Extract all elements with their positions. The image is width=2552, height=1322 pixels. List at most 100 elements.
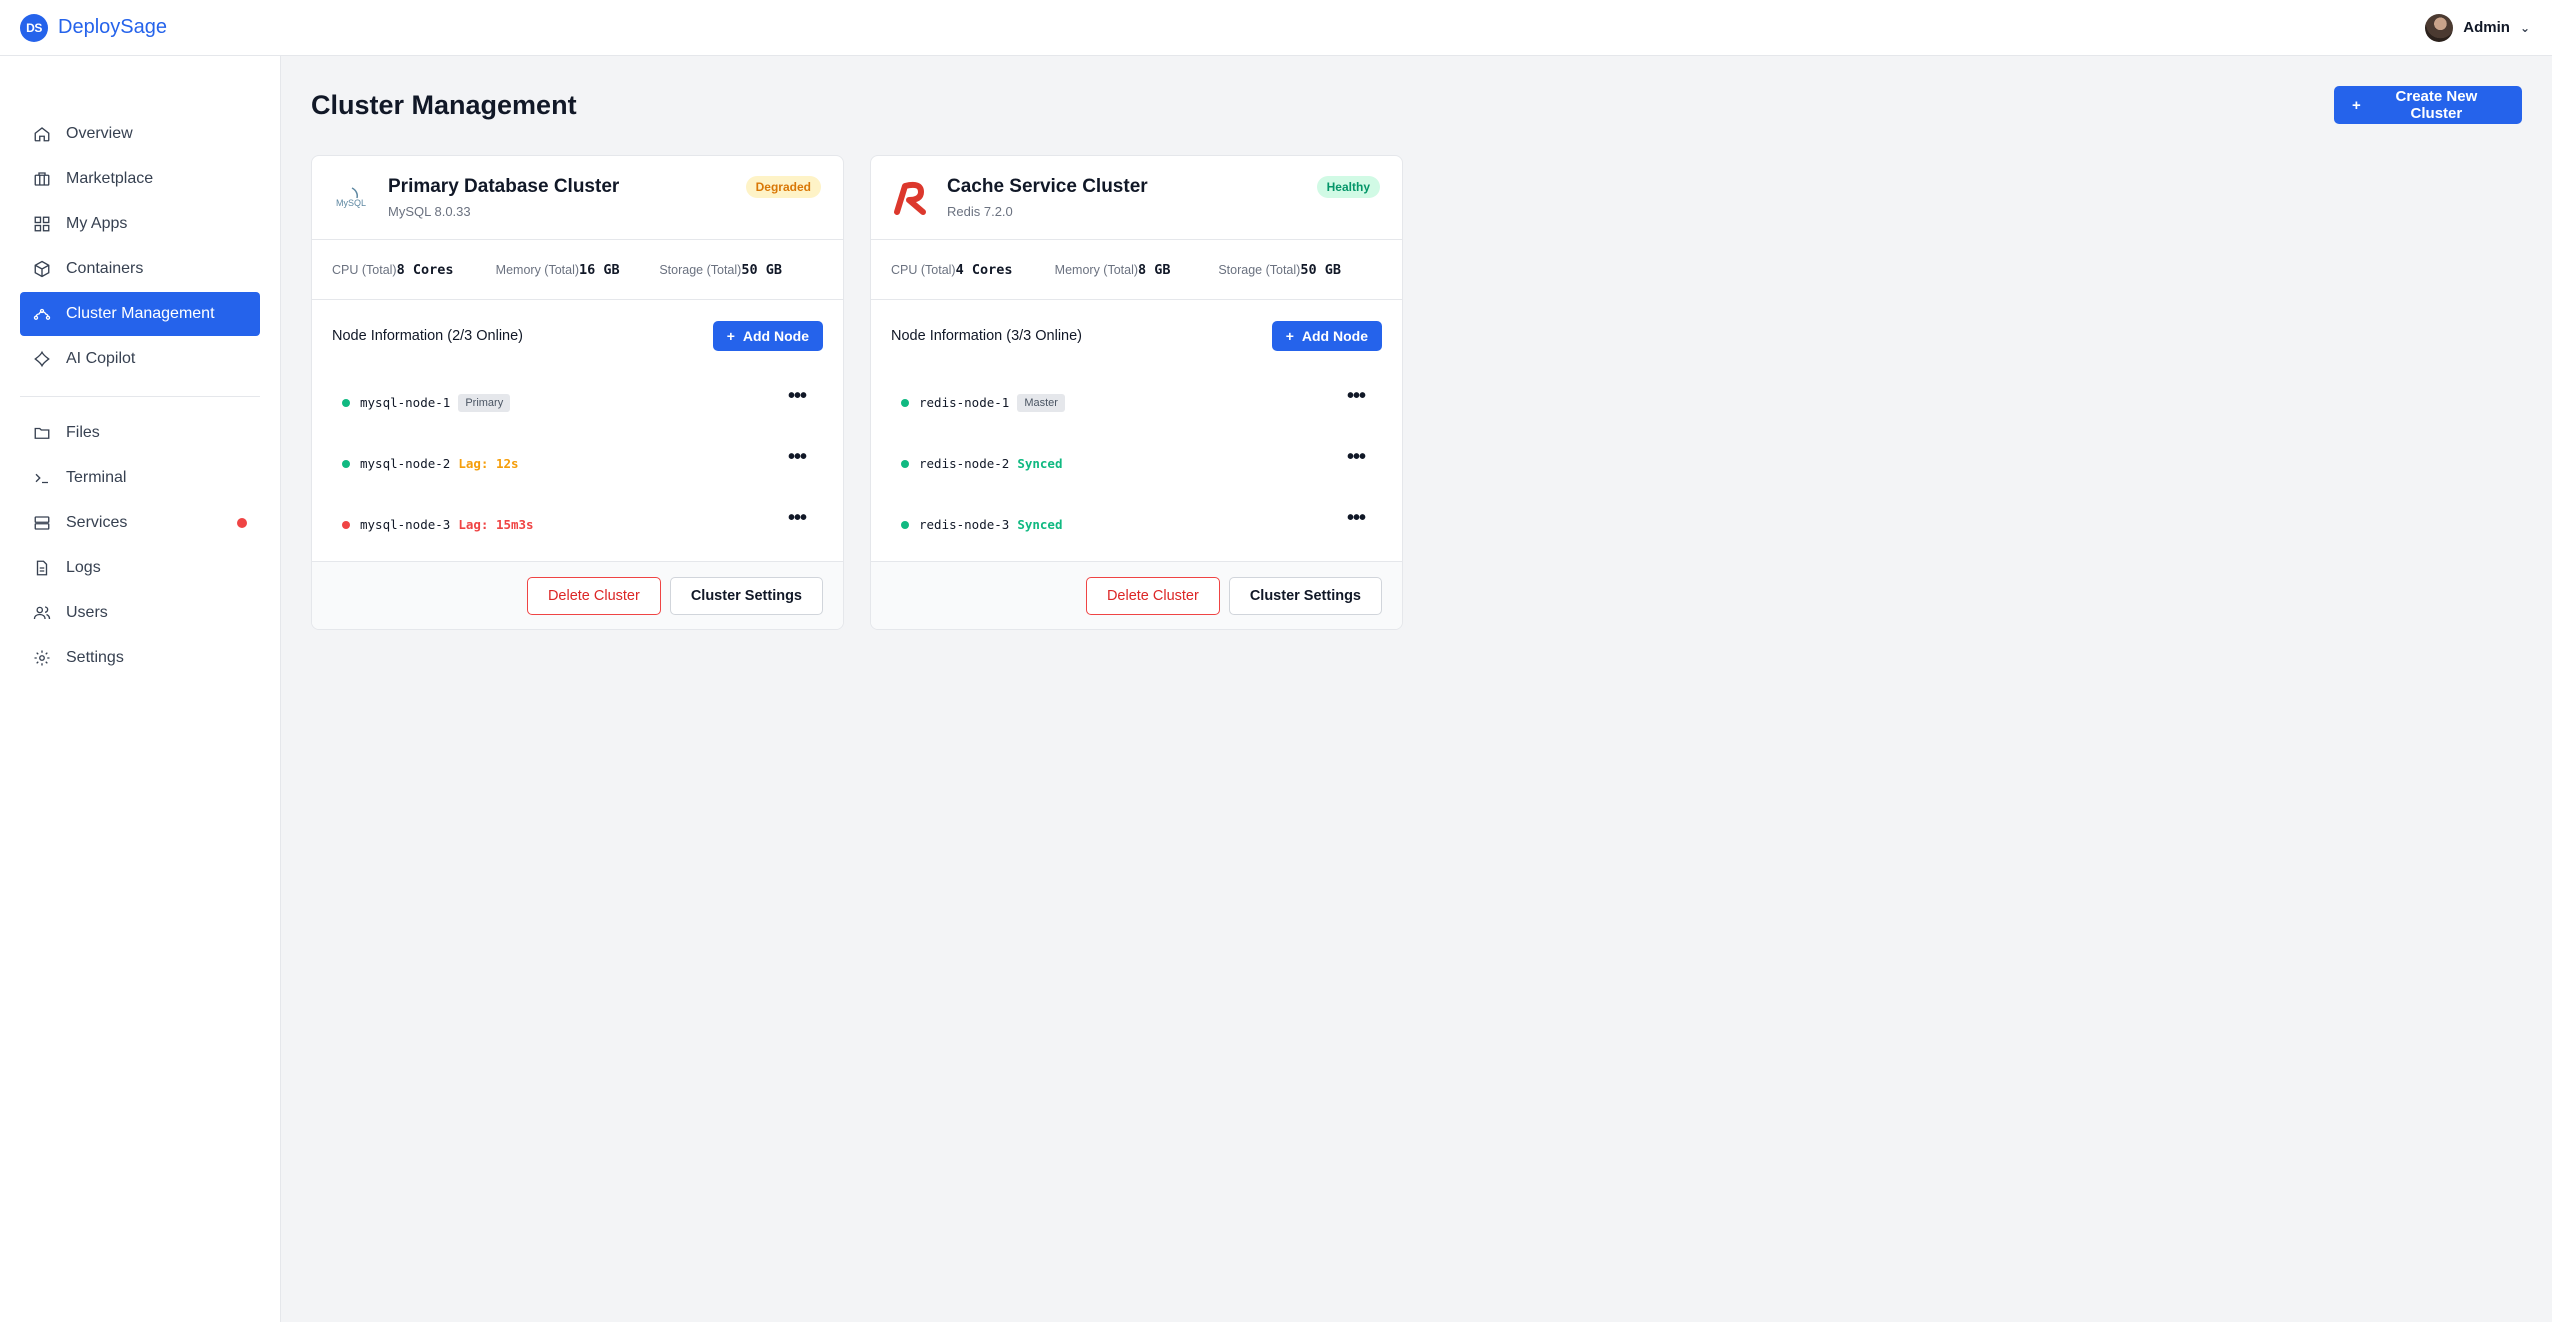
sidebar-item-label: Logs — [66, 559, 101, 576]
plus-icon: + — [726, 328, 735, 344]
sidebar-item-my-apps[interactable]: My Apps — [20, 202, 260, 246]
cluster-version: MySQL 8.0.33 — [388, 204, 471, 219]
memory-stat: Memory (Total) 16 GB — [495, 261, 620, 278]
sidebar: Overview Marketplace My Apps Containers … — [0, 56, 281, 1322]
svg-text:MySQL: MySQL — [336, 198, 366, 208]
avatar — [2425, 13, 2454, 42]
nodes-header: Node Information (2/3 Online) + Add Node — [312, 300, 843, 372]
cluster-stats: CPU (Total) 8 Cores Memory (Total) 16 GB… — [312, 240, 843, 300]
brand-name: DeploySage — [58, 16, 167, 38]
cluster-name: Cache Service Cluster — [947, 176, 1148, 197]
plus-icon: + — [2352, 96, 2361, 114]
cpu-stat: CPU (Total) 8 Cores — [332, 261, 454, 278]
sidebar-item-files[interactable]: Files — [20, 411, 260, 455]
node-row: mysql-node-1 Primary ••• — [312, 372, 843, 433]
storage-stat: Storage (Total) 50 GB — [659, 261, 782, 278]
home-icon — [32, 124, 52, 144]
node-name: mysql-node-1 — [360, 395, 451, 410]
sidebar-item-ai-copilot[interactable]: AI Copilot — [20, 337, 260, 381]
node-status-dot — [342, 459, 350, 468]
storage-stat: Storage (Total) 50 GB — [1218, 261, 1341, 278]
sidebar-item-marketplace[interactable]: Marketplace — [20, 157, 260, 201]
more-options-icon[interactable]: ••• — [785, 447, 809, 474]
node-status-text: Synced — [1017, 456, 1063, 471]
sidebar-item-label: Users — [66, 604, 108, 621]
file-text-icon — [32, 558, 52, 578]
create-new-cluster-label: Create New Cluster — [2395, 88, 2478, 122]
node-status-text: Synced — [1017, 517, 1063, 532]
delete-cluster-button[interactable]: Delete Cluster — [1085, 576, 1220, 615]
sidebar-item-terminal[interactable]: Terminal — [20, 456, 260, 500]
redis-logo-icon — [891, 178, 931, 218]
sidebar-item-users[interactable]: Users — [20, 591, 260, 635]
delete-cluster-button[interactable]: Delete Cluster — [526, 576, 661, 615]
users-icon — [32, 603, 52, 623]
copilot-icon — [32, 349, 52, 369]
sidebar-item-label: Terminal — [66, 469, 127, 486]
server-icon — [32, 513, 52, 533]
sidebar-item-label: Cluster Management — [66, 305, 215, 322]
sidebar-item-label: Overview — [66, 125, 133, 142]
more-options-icon[interactable]: ••• — [1344, 508, 1368, 535]
node-row: mysql-node-2 Lag: 12s ••• — [312, 433, 843, 494]
node-role-tag: Primary — [458, 393, 511, 412]
sidebar-item-overview[interactable]: Overview — [20, 112, 260, 156]
node-row: redis-node-1 Master ••• — [871, 372, 1402, 433]
nodes-title: Node Information (3/3 Online) — [891, 328, 1083, 344]
brand[interactable]: DS DeploySage — [20, 13, 167, 42]
memory-stat: Memory (Total) 8 GB — [1054, 261, 1171, 278]
cluster-icon — [32, 304, 52, 324]
grid-icon — [32, 214, 52, 234]
cpu-stat: CPU (Total) 4 Cores — [891, 261, 1013, 278]
node-status-dot — [901, 398, 909, 407]
sidebar-item-cluster-management[interactable]: Cluster Management — [20, 292, 260, 336]
more-options-icon[interactable]: ••• — [1344, 447, 1368, 474]
status-badge: Degraded — [745, 176, 821, 198]
cluster-card-header: MySQL Primary Database Cluster MySQL 8.0… — [312, 156, 843, 240]
sidebar-item-containers[interactable]: Containers — [20, 247, 260, 291]
chevron-down-icon: ⌄ — [2519, 20, 2530, 35]
cluster-settings-button[interactable]: Cluster Settings — [1228, 576, 1382, 615]
plus-icon: + — [1285, 328, 1294, 344]
node-status-text: Lag: 15m3s — [458, 517, 534, 532]
node-status-dot — [901, 459, 909, 468]
add-node-button[interactable]: + Add Node — [1271, 321, 1382, 351]
node-row: mysql-node-3 Lag: 15m3s ••• — [312, 494, 843, 555]
services-alert-dot — [237, 518, 247, 528]
nodes-title: Node Information (2/3 Online) — [332, 328, 524, 344]
page-title: Cluster Management — [311, 90, 577, 120]
top-bar: DS DeploySage Admin ⌄ — [0, 0, 2552, 56]
user-menu[interactable]: Admin ⌄ — [2425, 13, 2530, 42]
sidebar-item-label: Marketplace — [66, 170, 154, 187]
sidebar-item-settings[interactable]: Settings — [20, 636, 260, 680]
sidebar-item-label: AI Copilot — [66, 350, 136, 367]
more-options-icon[interactable]: ••• — [785, 386, 809, 413]
sidebar-item-services[interactable]: Services — [20, 501, 260, 545]
add-node-button[interactable]: + Add Node — [712, 321, 823, 351]
gear-icon — [32, 648, 52, 668]
more-options-icon[interactable]: ••• — [785, 508, 809, 535]
cluster-settings-button[interactable]: Cluster Settings — [669, 576, 823, 615]
create-new-cluster-button[interactable]: + Create New Cluster — [2334, 86, 2522, 124]
user-name: Admin — [2463, 19, 2510, 36]
node-name: redis-node-3 — [919, 517, 1010, 532]
status-badge: Healthy — [1316, 176, 1380, 198]
more-options-icon[interactable]: ••• — [1344, 386, 1368, 413]
brand-logo-icon: DS — [20, 13, 48, 42]
sidebar-item-logs[interactable]: Logs — [20, 546, 260, 590]
node-role-tag: Master — [1017, 393, 1065, 412]
node-name: redis-node-1 — [919, 395, 1010, 410]
node-status-dot — [901, 520, 909, 529]
mysql-logo-icon: MySQL — [332, 178, 372, 218]
cluster-stats: CPU (Total) 4 Cores Memory (Total) 8 GB … — [871, 240, 1402, 300]
node-row: redis-node-3 Synced ••• — [871, 494, 1402, 555]
box-icon — [32, 259, 52, 279]
cluster-card-cache-service: Cache Service Cluster Redis 7.2.0 Health… — [870, 155, 1403, 630]
node-name: mysql-node-2 — [360, 456, 451, 471]
node-status-text: Lag: 12s — [458, 456, 519, 471]
sidebar-item-label: My Apps — [66, 215, 128, 232]
sidebar-item-label: Containers — [66, 260, 144, 277]
cluster-card-footer: Delete Cluster Cluster Settings — [312, 561, 843, 629]
cluster-name: Primary Database Cluster — [388, 176, 620, 197]
cluster-version: Redis 7.2.0 — [947, 204, 1013, 219]
